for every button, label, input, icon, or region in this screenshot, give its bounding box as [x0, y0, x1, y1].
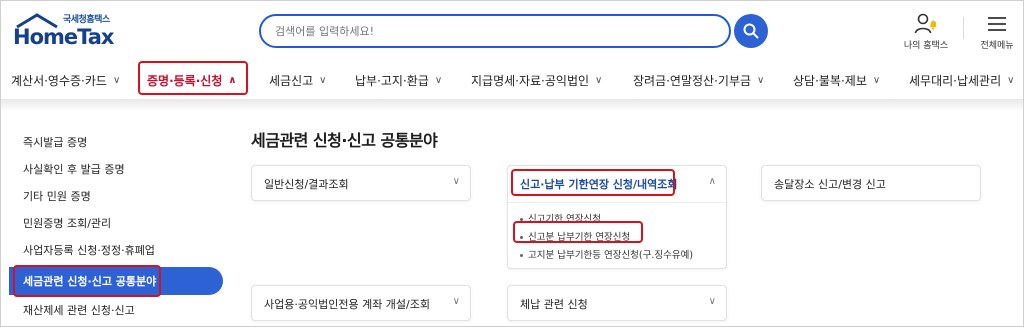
all-menu-label: 전체메뉴	[980, 41, 1014, 51]
sidebar-item-label: 즉시발급 증명	[23, 136, 88, 149]
card-divider	[508, 202, 726, 203]
nav-item-label: 세무대리·납세관리	[909, 73, 1002, 88]
sidebar-item-label: 사업자등록 신청·정정·휴폐업	[23, 244, 155, 257]
chevron-down-icon: ∨	[708, 296, 716, 307]
sidebar-item-fact-check[interactable]: 사실확인 후 발급 증명	[9, 156, 223, 182]
user-bell-icon	[914, 13, 936, 34]
my-hometax-label: 나의 홈택스	[903, 41, 949, 51]
sidebar-item-other-certificates[interactable]: 기타 민원 증명	[9, 183, 223, 209]
highlight-box-nav	[138, 61, 248, 95]
page-title: 세금관련 신청·신고 공통분야	[251, 131, 438, 150]
hamburger-menu-icon	[988, 17, 1006, 31]
nav-item-invoice[interactable]: 계산서·영수증·카드 ∨	[11, 69, 120, 91]
page-frame: 국세청홈택스 HomeTax 나의 홈택스	[0, 0, 1024, 327]
nav-item-tax-filing[interactable]: 세금신고 ∨	[269, 69, 327, 91]
chevron-down-icon: ∨	[452, 296, 460, 307]
nav-item-incentives[interactable]: 장려금·연말정산·기부금 ∨	[633, 69, 764, 91]
hometax-logo[interactable]: 국세청홈택스 HomeTax	[11, 11, 121, 51]
nav-item-label: 납부·고지·환급	[355, 73, 429, 88]
subitem-label: 고지분 납부기한등 연장신청(구.징수유예)	[528, 250, 694, 261]
nav-item-consultation[interactable]: 상담·불복·제보 ∨	[793, 69, 880, 91]
chevron-down-icon: ∨	[757, 74, 765, 86]
sidebar-item-business-registration[interactable]: 사업자등록 신청·정정·휴폐업	[9, 237, 223, 263]
all-menu-button[interactable]: 전체메뉴	[967, 13, 1023, 53]
header-divider	[963, 17, 964, 39]
sidebar-item-label: 기타 민원 증명	[23, 190, 91, 203]
card-label: 사업용·공익법인전용 계좌 개설/조회	[264, 298, 430, 311]
card-label: 일반신청/결과조회	[264, 178, 349, 191]
highlight-box-sidebar	[13, 265, 161, 297]
chevron-down-icon: ∨	[434, 74, 443, 86]
nav-item-tax-agent[interactable]: 세무대리·납세관리 ∨	[909, 69, 1014, 91]
card-general-application[interactable]: 일반신청/결과조회 ∨	[251, 165, 471, 201]
my-hometax-button[interactable]: 나의 홈택스	[896, 13, 956, 53]
sidebar-item-property-tax[interactable]: 재산제세 관련 신청·신고	[9, 297, 223, 323]
card-delinquency[interactable]: 체납 관련 신청 ∨	[507, 285, 727, 321]
highlight-box-subitem	[513, 221, 643, 243]
chevron-down-icon: ∨	[872, 74, 881, 86]
nav-shadow	[1, 99, 1023, 111]
bullet-icon	[520, 254, 523, 257]
chevron-up-icon: ∧	[708, 176, 716, 187]
search-input[interactable]	[275, 16, 715, 46]
nav-item-label: 장려금·연말정산·기부금	[633, 73, 752, 88]
subitem-notice-extension[interactable]: 고지분 납부기한등 연장신청(구.징수유예)	[520, 247, 693, 261]
search-button[interactable]	[734, 14, 768, 48]
card-business-account[interactable]: 사업용·공익법인전용 계좌 개설/조회 ∨	[251, 285, 471, 321]
sidebar-item-instant-issue[interactable]: 즉시발급 증명	[9, 129, 223, 155]
header: 국세청홈택스 HomeTax 나의 홈택스	[1, 1, 1023, 63]
nav-item-payment[interactable]: 납부·고지·환급 ∨	[355, 69, 442, 91]
highlight-box-card	[511, 169, 675, 196]
sidebar-item-certificate-management[interactable]: 민원증명 조회/관리	[9, 210, 223, 236]
nav-item-label: 계산서·영수증·카드	[11, 73, 107, 88]
chevron-down-icon: ∨	[452, 176, 460, 187]
chevron-down-icon: ∨	[319, 74, 327, 86]
nav-item-label: 상담·불복·제보	[793, 73, 867, 88]
card-label: 송달장소 신고/변경 신고	[774, 178, 886, 191]
sidebar-item-label: 사실확인 후 발급 증명	[23, 163, 125, 176]
logo-subtitle: 국세청홈택스	[63, 15, 110, 25]
nav-item-label: 세금신고	[269, 73, 314, 88]
sidebar-item-label: 민원증명 조회/관리	[23, 217, 112, 230]
search-box	[259, 14, 731, 48]
sidebar: 즉시발급 증명 사실확인 후 발급 증명 기타 민원 증명 민원증명 조회/관리…	[9, 129, 223, 326]
sidebar-item-label: 재산제세 관련 신청·신고	[23, 304, 135, 317]
card-label: 체납 관련 신청	[520, 298, 588, 311]
nav-item-label: 지급명세·자료·공익법인	[471, 73, 590, 88]
chevron-down-icon: ∨	[112, 74, 121, 86]
card-delivery-address[interactable]: 송달장소 신고/변경 신고	[761, 165, 981, 201]
logo-wordmark: HomeTax	[13, 25, 114, 49]
search-icon	[743, 23, 759, 39]
chevron-down-icon: ∨	[1007, 74, 1015, 86]
nav-item-payment-statements[interactable]: 지급명세·자료·공익법인 ∨	[471, 69, 602, 91]
chevron-down-icon: ∨	[595, 74, 603, 86]
